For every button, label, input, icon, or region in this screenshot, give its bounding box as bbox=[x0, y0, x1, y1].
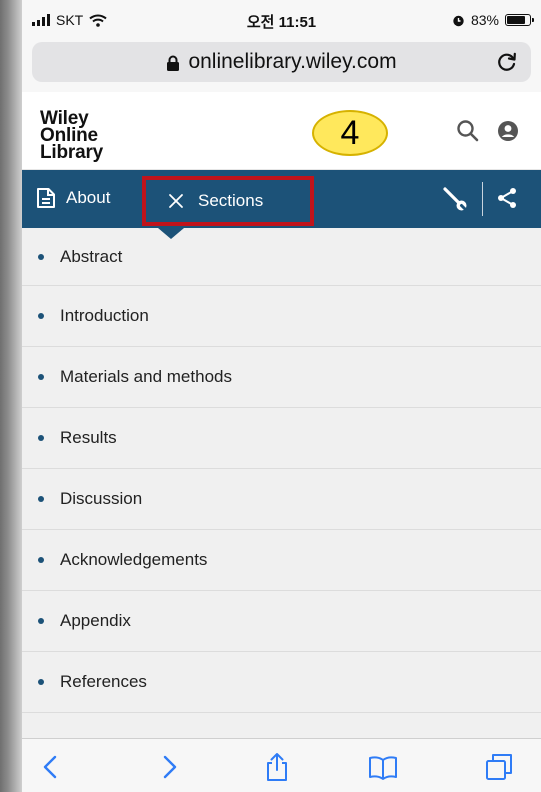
lock-icon bbox=[167, 55, 180, 71]
logo-line: Library bbox=[40, 142, 104, 163]
reload-icon[interactable] bbox=[495, 50, 519, 74]
account-icon[interactable] bbox=[497, 120, 519, 142]
list-item[interactable]: Results bbox=[22, 408, 541, 469]
section-label: Discussion bbox=[60, 489, 143, 508]
tabs-icon[interactable] bbox=[484, 752, 514, 782]
list-item[interactable]: References bbox=[22, 652, 541, 713]
sections-label: Sections bbox=[198, 191, 264, 210]
section-label: Abstract bbox=[60, 246, 123, 266]
wiley-logo[interactable]: Wiley Online Library bbox=[40, 109, 104, 163]
section-label: Appendix bbox=[60, 611, 131, 630]
section-label: References bbox=[60, 672, 147, 691]
section-label: Results bbox=[60, 428, 117, 447]
list-item[interactable]: Materials and methods bbox=[22, 347, 541, 408]
bullet bbox=[38, 496, 44, 502]
share-icon[interactable] bbox=[495, 186, 519, 210]
share-icon[interactable] bbox=[262, 752, 292, 782]
battery-level bbox=[507, 16, 526, 24]
bullet bbox=[38, 679, 44, 685]
step-badge: 4 bbox=[312, 110, 388, 156]
search-icon[interactable] bbox=[455, 118, 481, 144]
section-label: Materials and methods bbox=[60, 367, 232, 386]
forward-icon[interactable] bbox=[154, 752, 184, 782]
bullet bbox=[38, 253, 44, 260]
sections-list: Abstract Introduction Materials and meth… bbox=[22, 228, 541, 753]
bullet bbox=[38, 313, 44, 319]
screenshot-frame-edge bbox=[0, 0, 22, 792]
address-bar[interactable]: onlinelibrary.wiley.com bbox=[32, 42, 531, 82]
alarm-icon bbox=[453, 15, 464, 26]
nav-divider bbox=[482, 182, 483, 216]
site-header: Wiley Online Library 4 bbox=[22, 92, 541, 170]
back-icon[interactable] bbox=[36, 752, 66, 782]
about-tab[interactable]: About bbox=[36, 187, 110, 209]
section-label: Acknowledgements bbox=[60, 550, 208, 569]
url-text: onlinelibrary.wiley.com bbox=[188, 50, 397, 73]
status-right: 83% bbox=[452, 12, 534, 28]
sections-tab[interactable]: Sections bbox=[142, 176, 314, 226]
article-nav-bar: About Sections bbox=[22, 170, 541, 239]
active-tab-pointer bbox=[158, 228, 184, 239]
about-label: About bbox=[66, 188, 111, 207]
close-icon[interactable] bbox=[168, 193, 184, 209]
list-item[interactable]: Introduction bbox=[22, 286, 541, 347]
wrench-icon[interactable] bbox=[441, 185, 469, 213]
list-item[interactable]: Appendix bbox=[22, 591, 541, 652]
status-bar: SKT 오전 11:51 83% bbox=[22, 0, 541, 42]
phone-screen: SKT 오전 11:51 83% onlinelibrary.wiley.com… bbox=[22, 0, 541, 792]
battery-icon bbox=[505, 14, 534, 26]
browser-toolbar bbox=[22, 738, 541, 792]
document-icon bbox=[37, 188, 55, 208]
list-item[interactable]: Acknowledgements bbox=[22, 530, 541, 591]
section-label: Introduction bbox=[60, 306, 149, 325]
list-item[interactable]: Abstract bbox=[22, 228, 541, 286]
list-item[interactable]: Discussion bbox=[22, 469, 541, 530]
bookmarks-icon[interactable] bbox=[368, 752, 398, 782]
bullet bbox=[38, 435, 44, 441]
bullet bbox=[38, 374, 44, 380]
bullet bbox=[38, 618, 44, 624]
bullet bbox=[38, 557, 44, 563]
url-area: onlinelibrary.wiley.com bbox=[22, 42, 541, 92]
battery-percent: 83% bbox=[470, 12, 499, 28]
